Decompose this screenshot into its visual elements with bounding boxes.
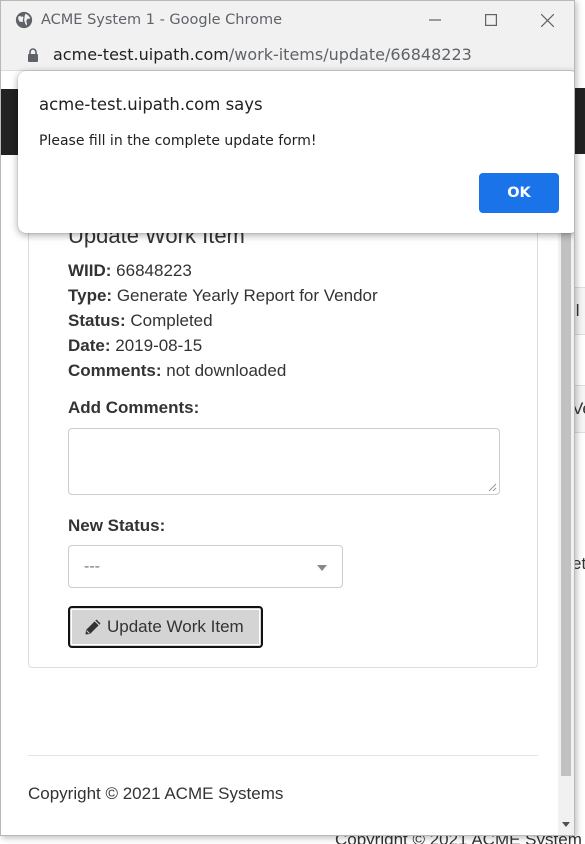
scroll-down-arrow-icon[interactable] — [562, 822, 570, 827]
title-bar[interactable]: ACME System 1 - Google Chrome — [1, 1, 574, 39]
select-value: --- — [84, 558, 100, 575]
globe-icon — [15, 11, 33, 29]
update-button-label: Update Work Item — [107, 617, 244, 636]
footer-divider — [28, 755, 538, 756]
chevron-down-icon — [317, 565, 327, 571]
update-work-item-panel: Update Work Item WIID: 66848223 Type: Ge… — [28, 191, 538, 668]
address-bar[interactable]: acme-test.uipath.com/work-items/update/6… — [1, 39, 574, 71]
background-fragment-text: et — [575, 554, 585, 573]
detail-date: Date: 2019-08-15 — [68, 336, 202, 356]
browser-window: ACME System 1 - Google Chrome acme-test.… — [0, 0, 575, 836]
url-path: /work-items/update/66848223 — [228, 45, 472, 64]
url-text[interactable]: acme-test.uipath.com/work-items/update/6… — [53, 45, 472, 64]
add-comments-textarea[interactable] — [68, 428, 500, 495]
maximize-button[interactable] — [463, 1, 519, 39]
alert-dialog: acme-test.uipath.com says Please fill in… — [18, 71, 574, 233]
detail-wiid: WIID: 66848223 — [68, 261, 192, 281]
background-header-bar — [575, 88, 585, 154]
minimize-button[interactable] — [407, 1, 463, 39]
detail-value: 2019-08-15 — [115, 336, 203, 355]
window-title: ACME System 1 - Google Chrome — [41, 12, 283, 28]
close-button[interactable] — [519, 1, 574, 39]
background-fragment: et — [575, 541, 585, 589]
background-fragment: il — [575, 287, 585, 335]
detail-value: not downloaded — [166, 361, 287, 380]
detail-type: Type: Generate Yearly Report for Vendor — [68, 286, 378, 306]
detail-label: Status: — [68, 311, 126, 330]
detail-value: Generate Yearly Report for Vendor — [116, 286, 378, 305]
resize-grip-icon[interactable] — [488, 483, 497, 492]
pencil-icon — [85, 619, 101, 635]
detail-label: Type: — [68, 286, 113, 305]
new-status-select[interactable]: --- — [68, 545, 343, 588]
add-comments-label: Add Comments: — [68, 398, 200, 417]
background-fragment: Ve — [575, 385, 585, 433]
background-fragment-text: il — [575, 301, 580, 320]
new-status-label: New Status: — [68, 516, 166, 535]
detail-value: Completed — [130, 311, 213, 330]
dialog-title: acme-test.uipath.com says — [39, 95, 263, 114]
maximize-icon — [485, 14, 497, 26]
detail-label: WIID: — [68, 261, 112, 280]
detail-value: 66848223 — [116, 261, 192, 280]
detail-label: Comments: — [68, 361, 162, 380]
detail-label: Date: — [68, 336, 111, 355]
update-work-item-button[interactable]: Update Work Item — [68, 606, 263, 648]
dialog-message: Please fill in the complete update form! — [39, 133, 317, 149]
url-host: acme-test.uipath.com — [53, 45, 229, 64]
detail-status: Status: Completed — [68, 311, 213, 331]
close-icon — [540, 13, 554, 27]
ok-button[interactable]: OK — [479, 173, 559, 213]
background-fragment-text: Ve — [575, 386, 585, 432]
detail-comments: Comments: not downloaded — [68, 361, 286, 381]
footer-copyright: Copyright © 2021 ACME Systems — [28, 784, 284, 803]
lock-icon[interactable] — [27, 47, 39, 62]
minimize-icon — [429, 19, 441, 21]
